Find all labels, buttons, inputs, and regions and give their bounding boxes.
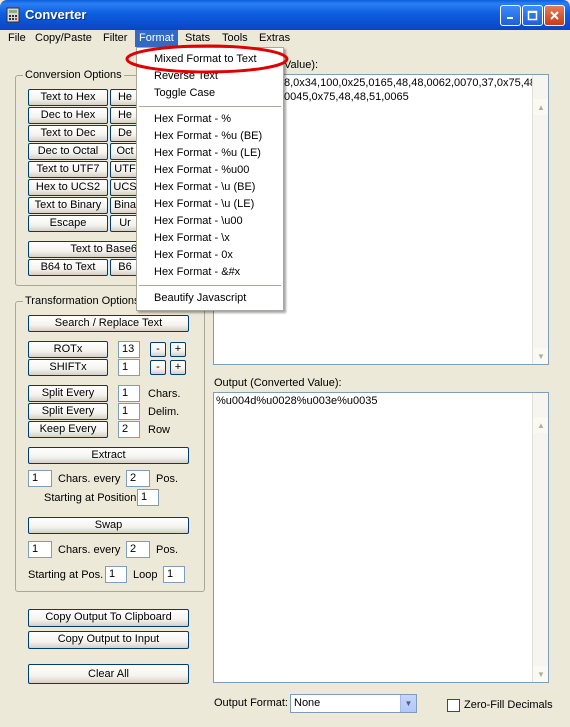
swap-pos-field[interactable]: 2 (126, 541, 150, 558)
starting-position-field[interactable]: 1 (137, 489, 159, 506)
output-format-value: None (294, 697, 321, 709)
menu-item-hex-amp-x[interactable]: Hex Format - &#x (138, 264, 282, 281)
swap-starting-pos-label: Starting at Pos. (28, 569, 104, 581)
rotx-increment-button[interactable]: + (170, 342, 186, 357)
menu-item-hex-backslash-u-le[interactable]: Hex Format - \u (LE) (138, 196, 282, 213)
text-to-base64-button[interactable]: Text to Base6 (28, 241, 140, 258)
maximize-icon (527, 10, 538, 21)
swap-pos-label: Pos. (156, 544, 179, 556)
text-to-hex-button[interactable]: Text to Hex (28, 89, 108, 106)
menu-item-hex-backslash-u-be[interactable]: Hex Format - \u (BE) (138, 179, 282, 196)
escape-button[interactable]: Escape (28, 215, 108, 232)
close-button[interactable] (544, 5, 565, 26)
loop-label: Loop (133, 569, 158, 581)
search-replace-button[interactable]: Search / Replace Text (28, 315, 189, 332)
extract-pos-field[interactable]: 2 (126, 470, 150, 487)
shiftx-decrement-button[interactable]: - (150, 360, 166, 375)
keep-every-field[interactable]: 2 (118, 421, 140, 438)
loop-field[interactable]: 1 (163, 566, 185, 583)
menu-item-hex-backslash-u00[interactable]: Hex Format - \u00 (138, 213, 282, 230)
minimize-icon (507, 17, 513, 19)
scroll-down-icon[interactable]: ▼ (533, 666, 548, 682)
swap-start-field[interactable]: 1 (105, 566, 127, 583)
output-format-label: Output Format: (214, 697, 288, 709)
format-dropdown-menu: Mixed Format to Text Reverse Text Toggle… (136, 47, 284, 311)
scroll-up-icon[interactable]: ▲ (533, 99, 548, 115)
input-scrollbar[interactable]: ▲ ▼ (532, 75, 548, 364)
close-icon (550, 11, 559, 20)
scroll-down-icon[interactable]: ▼ (533, 348, 548, 364)
dec-to-hex-button[interactable]: Dec to Hex (28, 107, 108, 124)
starting-position-label: Starting at Position (44, 492, 137, 504)
input-line-2: 0045,0x75,48,48,51,0065 (284, 91, 409, 103)
swap-button[interactable]: Swap (28, 517, 189, 534)
menu-copy-paste[interactable]: Copy/Paste (31, 30, 96, 47)
menu-item-hex-u00[interactable]: Hex Format - %u00 (138, 162, 282, 179)
menu-item-beautify-javascript[interactable]: Beautify Javascript (138, 290, 282, 307)
output-label: Output (Converted Value): (214, 377, 342, 389)
clear-all-button[interactable]: Clear All (28, 664, 189, 684)
transformation-options-label: Transformation Options (23, 295, 142, 307)
output-scrollbar[interactable]: ▲ ▼ (532, 393, 548, 682)
menu-item-hex-backslash-x[interactable]: Hex Format - \x (138, 230, 282, 247)
menu-separator (139, 106, 281, 107)
keep-row-label: Row (148, 424, 171, 436)
calculator-icon (6, 7, 20, 23)
split-chars-field[interactable]: 1 (118, 385, 140, 402)
swap-chars-every-label: Chars. every (58, 544, 121, 556)
shiftx-increment-button[interactable]: + (170, 360, 186, 375)
menu-item-hex-u-be[interactable]: Hex Format - %u (BE) (138, 128, 282, 145)
menu-item-toggle-case[interactable]: Toggle Case (138, 85, 282, 102)
b64-to-text-button[interactable]: B64 to Text (28, 259, 108, 276)
conversion-options-label: Conversion Options (23, 69, 124, 81)
maximize-button[interactable] (522, 5, 543, 26)
rotx-decrement-button[interactable]: - (150, 342, 166, 357)
menu-file[interactable]: File (4, 30, 30, 47)
menu-separator (139, 285, 281, 286)
rotx-button[interactable]: ROTx (28, 341, 108, 358)
split-every-delim-button[interactable]: Split Every (28, 403, 108, 420)
copy-output-input-button[interactable]: Copy Output to Input (28, 631, 189, 649)
output-format-select[interactable]: None ▼ (290, 694, 417, 713)
scroll-up-icon[interactable]: ▲ (533, 417, 548, 433)
shiftx-value-field[interactable]: 1 (118, 359, 140, 376)
output-textarea[interactable]: %u004d%u0028%u003e%u0035 ▲ ▼ (213, 392, 549, 683)
menu-item-hex-u-le[interactable]: Hex Format - %u (LE) (138, 145, 282, 162)
extract-button[interactable]: Extract (28, 447, 189, 464)
input-line-1: 8,0x34,100,0x25,0165,48,48,0062,0070,37,… (284, 77, 537, 89)
dec-to-octal-button[interactable]: Dec to Octal (28, 143, 108, 160)
extract-chars-field[interactable]: 1 (28, 470, 52, 487)
highlight-ellipse (125, 44, 289, 74)
extract-chars-every-label: Chars. every (58, 473, 121, 485)
swap-chars-field[interactable]: 1 (28, 541, 52, 558)
text-to-binary-button[interactable]: Text to Binary (28, 197, 108, 214)
shiftx-button[interactable]: SHIFTx (28, 359, 108, 376)
output-value: %u004d%u0028%u003e%u0035 (216, 395, 378, 407)
split-delim-label: Delim. (148, 406, 180, 418)
split-chars-label: Chars. (148, 388, 181, 400)
window-title: Converter (25, 7, 87, 22)
split-every-chars-button[interactable]: Split Every (28, 385, 108, 402)
chevron-down-icon[interactable]: ▼ (400, 695, 416, 712)
hex-to-ucs2-button[interactable]: Hex to UCS2 (28, 179, 108, 196)
menu-item-hex-0x[interactable]: Hex Format - 0x (138, 247, 282, 264)
text-to-dec-button[interactable]: Text to Dec (28, 125, 108, 142)
minimize-button[interactable] (500, 5, 521, 26)
zero-fill-checkbox[interactable] (447, 699, 460, 712)
extract-pos-label: Pos. (156, 473, 179, 485)
text-to-utf7-button[interactable]: Text to UTF7 (28, 161, 108, 178)
zero-fill-label: Zero-Fill Decimals (464, 699, 553, 711)
menu-item-hex-percent[interactable]: Hex Format - % (138, 111, 282, 128)
split-delim-field[interactable]: 1 (118, 403, 140, 420)
keep-every-button[interactable]: Keep Every (28, 421, 108, 438)
copy-output-clipboard-button[interactable]: Copy Output To Clipboard (28, 609, 189, 627)
rotx-value-field[interactable]: 13 (118, 341, 140, 358)
